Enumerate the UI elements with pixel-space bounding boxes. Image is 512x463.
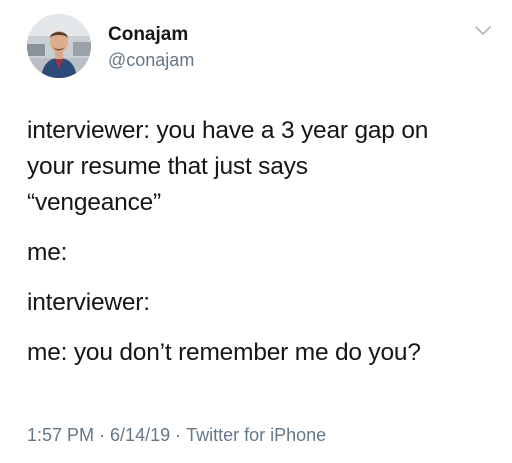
avatar-image — [27, 14, 91, 78]
tweet-time[interactable]: 1:57 PM — [27, 425, 94, 445]
tweet-line: me: — [27, 239, 68, 266]
user-handle[interactable]: @conajam — [108, 48, 194, 72]
tweet-header: Conajam @conajam — [27, 14, 497, 80]
chevron-down-icon[interactable] — [473, 24, 493, 38]
tweet-line: interviewer: — [27, 289, 150, 316]
tweet-line: me: you don’t remember me do you? — [27, 339, 421, 366]
tweet-paragraph: interviewer: you have a 3 year gap on yo… — [27, 113, 497, 221]
tweet-date[interactable]: 6/14/19 — [110, 425, 170, 445]
tweet-line: “vengeance” — [27, 189, 161, 216]
display-name[interactable]: Conajam — [108, 24, 194, 46]
tweet-line: interviewer: you have a 3 year gap on — [27, 117, 429, 144]
meta-separator: · — [99, 425, 106, 445]
tweet-card: Conajam @conajam interviewer: you have a… — [0, 0, 512, 463]
tweet-source[interactable]: Twitter for iPhone — [186, 425, 326, 445]
avatar[interactable] — [27, 14, 91, 78]
tweet-paragraph: me: you don’t remember me do you? — [27, 335, 497, 371]
tweet-meta: 1:57 PM · 6/14/19 · Twitter for iPhone — [27, 423, 326, 447]
tweet-paragraph: interviewer: — [27, 285, 497, 321]
tweet-text: interviewer: you have a 3 year gap on yo… — [27, 113, 497, 385]
meta-separator: · — [175, 425, 182, 445]
user-names: Conajam @conajam — [108, 24, 194, 72]
tweet-paragraph: me: — [27, 235, 497, 271]
tweet-line: your resume that just says — [27, 153, 308, 180]
